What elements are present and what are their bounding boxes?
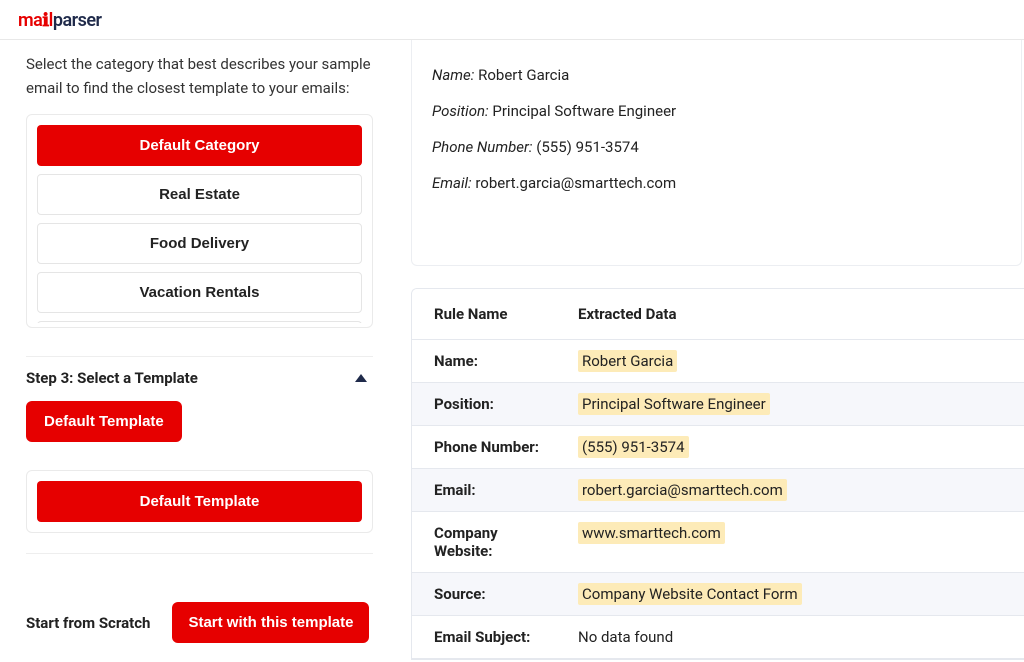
email-position-line: Position: Principal Software Engineer xyxy=(432,102,1001,120)
rule-name-cell: Name: xyxy=(412,340,570,382)
left-panel: Select the category that best describes … xyxy=(0,40,395,662)
extracted-data-cell: Company Website Contact Form xyxy=(570,573,1024,615)
email-email-value: robert.garcia@smarttech.com xyxy=(475,174,676,192)
header-extracted-data: Extracted Data xyxy=(570,289,1024,339)
email-phone-value: (555) 951-3574 xyxy=(536,138,639,156)
email-name-value: Robert Garcia xyxy=(478,66,569,84)
category-real-estate[interactable]: Real Estate xyxy=(37,174,362,215)
rule-name-cell: Email Subject: xyxy=(412,616,570,658)
rule-name-cell: Phone Number: xyxy=(412,426,570,468)
table-row: Company Website: www.smarttech.com xyxy=(412,512,1024,573)
logo: maℹlparser xyxy=(18,10,102,31)
main-content: Select the category that best describes … xyxy=(0,40,1024,662)
email-position-value: Principal Software Engineer xyxy=(492,102,676,120)
category-job-applications[interactable]: Job Applications xyxy=(37,321,362,323)
highlighted-value: Company Website Contact Form xyxy=(578,583,802,605)
rules-table: Rule Name Extracted Data Name: Robert Ga… xyxy=(411,288,1024,660)
highlighted-value: robert.garcia@smarttech.com xyxy=(578,479,787,501)
step3-label: Step 3: Select a Template xyxy=(26,369,198,387)
footer-actions: Start from Scratch Start with this templ… xyxy=(26,602,373,643)
highlighted-value: (555) 951-3574 xyxy=(578,436,689,458)
default-template-button[interactable]: Default Template xyxy=(26,401,182,442)
category-card: Default Category Real Estate Food Delive… xyxy=(26,114,373,328)
logo-part2: parser xyxy=(53,10,102,31)
highlighted-value: www.smarttech.com xyxy=(578,522,725,544)
email-name-label: Name: xyxy=(432,66,474,84)
highlighted-value: Principal Software Engineer xyxy=(578,393,770,415)
header-rule-name: Rule Name xyxy=(412,289,570,339)
template-option-default[interactable]: Default Template xyxy=(37,481,362,522)
plain-value: No data found xyxy=(578,628,673,646)
table-row: Phone Number: (555) 951-3574 xyxy=(412,426,1024,469)
right-panel: Name: Robert Garcia Position: Principal … xyxy=(395,40,1024,662)
app-header: maℹlparser xyxy=(0,0,1024,40)
email-preview-card: Name: Robert Garcia Position: Principal … xyxy=(411,40,1022,266)
category-list: Default Category Real Estate Food Delive… xyxy=(37,125,362,323)
step3-toggle[interactable]: Step 3: Select a Template xyxy=(26,356,373,387)
chevron-up-icon xyxy=(355,374,367,382)
table-row: Source: Company Website Contact Form xyxy=(412,573,1024,616)
rule-name-cell: Position: xyxy=(412,383,570,425)
extracted-data-cell: Robert Garcia xyxy=(570,340,1024,382)
extracted-data-cell: No data found xyxy=(570,616,1024,658)
table-row: Position: Principal Software Engineer xyxy=(412,383,1024,426)
extracted-data-cell: robert.garcia@smarttech.com xyxy=(570,469,1024,511)
logo-part1: maℹl xyxy=(18,10,53,31)
divider xyxy=(26,553,373,554)
rules-table-header: Rule Name Extracted Data xyxy=(412,289,1024,340)
email-phone-label: Phone Number: xyxy=(432,138,533,156)
rule-name-cell: Source: xyxy=(412,573,570,615)
rule-name-cell: Company Website: xyxy=(412,512,570,572)
table-row: Email: robert.garcia@smarttech.com xyxy=(412,469,1024,512)
email-email-line: Email: robert.garcia@smarttech.com xyxy=(432,174,1001,192)
table-row: Email Subject: No data found xyxy=(412,616,1024,659)
start-with-template-button[interactable]: Start with this template xyxy=(172,602,369,643)
template-card: Default Template xyxy=(26,470,373,533)
category-food-delivery[interactable]: Food Delivery xyxy=(37,223,362,264)
extracted-data-cell: www.smarttech.com xyxy=(570,512,1024,554)
intro-text: Select the category that best describes … xyxy=(26,52,373,100)
extracted-data-cell: (555) 951-3574 xyxy=(570,426,1024,468)
rule-name-cell: Email: xyxy=(412,469,570,511)
email-email-label: Email: xyxy=(432,174,472,192)
email-position-label: Position: xyxy=(432,102,489,120)
category-vacation-rentals[interactable]: Vacation Rentals xyxy=(37,272,362,313)
email-phone-line: Phone Number: (555) 951-3574 xyxy=(432,138,1001,156)
table-row: Name: Robert Garcia xyxy=(412,340,1024,383)
start-from-scratch-link[interactable]: Start from Scratch xyxy=(26,614,150,632)
category-default[interactable]: Default Category xyxy=(37,125,362,166)
extracted-data-cell: Principal Software Engineer xyxy=(570,383,1024,425)
highlighted-value: Robert Garcia xyxy=(578,350,677,372)
email-name-line: Name: Robert Garcia xyxy=(432,66,1001,84)
